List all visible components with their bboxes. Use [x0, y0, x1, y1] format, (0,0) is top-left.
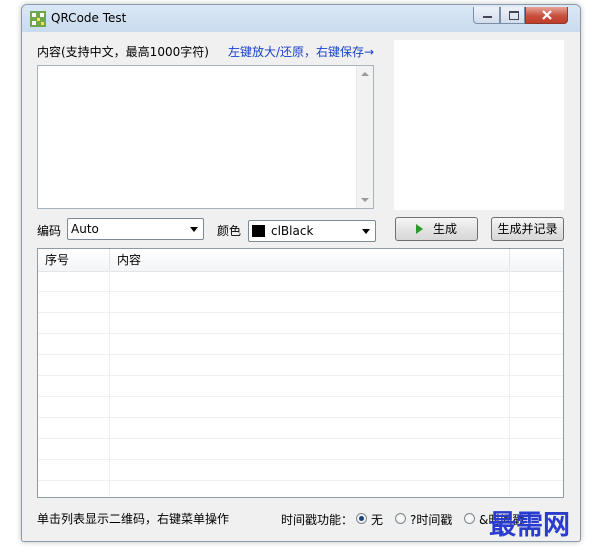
list-row — [38, 313, 563, 334]
minimize-icon — [483, 16, 492, 18]
list-row — [38, 376, 563, 397]
title-bar[interactable]: QRCode Test — [22, 5, 580, 32]
status-hint: 单击列表显示二维码，右键菜单操作 — [37, 512, 230, 526]
qr-code-preview[interactable] — [394, 40, 564, 210]
generate-button[interactable]: 生成 — [395, 217, 478, 241]
generate-record-button[interactable]: 生成并记录 — [491, 217, 564, 241]
encoding-label: 编码 — [37, 224, 62, 238]
maximize-icon — [509, 11, 519, 20]
chevron-down-icon — [362, 229, 370, 234]
minimize-button[interactable] — [473, 7, 500, 24]
generate-record-label: 生成并记录 — [497, 222, 558, 236]
list-row — [38, 460, 563, 481]
list-row — [38, 271, 563, 292]
color-select[interactable]: clBlack — [248, 220, 376, 242]
list-row — [38, 418, 563, 439]
watermark: 最需网 — [489, 510, 570, 541]
close-icon — [541, 10, 552, 20]
scroll-down-icon[interactable] — [361, 198, 369, 202]
content-scrollbar[interactable] — [356, 66, 373, 208]
timestamp-label: 时间戳功能： — [281, 513, 354, 527]
chevron-down-icon — [190, 227, 198, 232]
play-icon — [415, 224, 423, 234]
encoding-select[interactable]: Auto — [67, 218, 204, 240]
qr-hint-link: 左键放大/还原，右键保存→ — [228, 45, 375, 59]
list-row — [38, 439, 563, 460]
window-title: QRCode Test — [51, 11, 127, 25]
color-swatch — [252, 225, 265, 237]
list-row — [38, 397, 563, 418]
radio-label-question[interactable]: ?时间戳 — [410, 511, 452, 528]
scroll-up-icon[interactable] — [361, 72, 369, 76]
generate-label: 生成 — [432, 222, 457, 236]
list-row — [38, 355, 563, 376]
color-value: clBlack — [271, 224, 314, 238]
radio-timestamp-none[interactable] — [356, 513, 367, 524]
maximize-button[interactable] — [500, 7, 525, 24]
content-textarea[interactable] — [37, 65, 374, 209]
color-label: 颜色 — [217, 224, 242, 238]
column-header-content[interactable]: 内容 — [110, 249, 510, 271]
app-qr-icon — [30, 11, 46, 27]
radio-label-none[interactable]: 无 — [371, 511, 383, 528]
column-header-index[interactable]: 序号 — [38, 249, 110, 271]
record-list[interactable]: 序号 内容 — [37, 248, 564, 498]
list-header: 序号 内容 — [38, 249, 563, 272]
list-row — [38, 334, 563, 355]
radio-timestamp-amp[interactable] — [464, 513, 475, 524]
radio-timestamp-question[interactable] — [395, 513, 406, 524]
list-row — [38, 292, 563, 313]
content-label: 内容(支持中文，最高1000字符) — [37, 45, 209, 59]
close-button[interactable] — [525, 7, 568, 24]
main-window: QRCode Test 内容(支持中文，最高1000字符) 左键放大/还原，右键… — [21, 4, 581, 542]
encoding-value: Auto — [71, 222, 99, 236]
